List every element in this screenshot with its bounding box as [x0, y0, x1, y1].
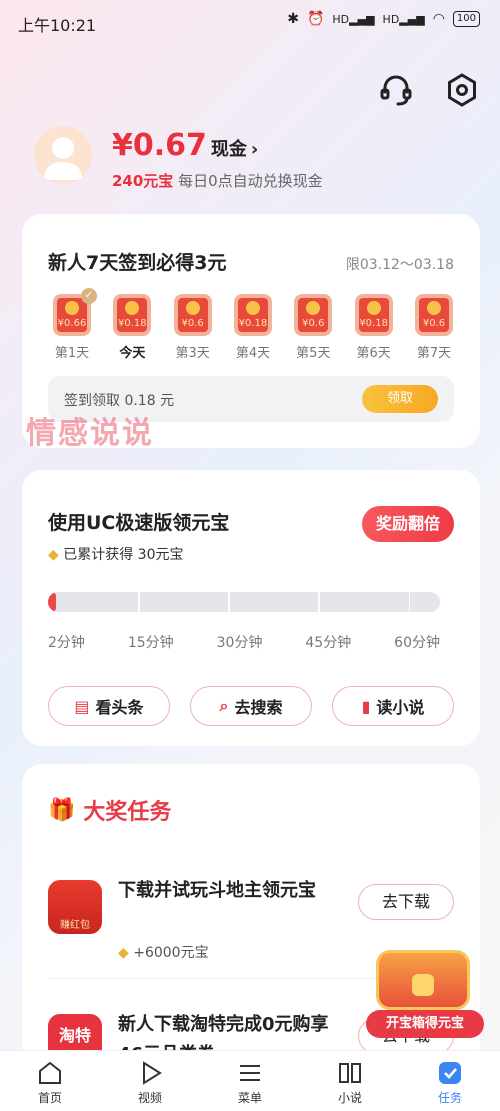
progress-separator — [228, 592, 230, 612]
chest-label: 开宝箱得元宝 — [366, 1010, 484, 1038]
checkin-day[interactable]: ¥0.6 第7天 — [410, 294, 458, 361]
read-news-button[interactable]: ▤ 看头条 — [48, 686, 170, 726]
uc-actions: ▤ 看头条 ⌕ 去搜索 ▮ 读小说 — [48, 686, 454, 726]
uc-title: 使用UC极速版领元宝 — [48, 512, 230, 534]
checkin-range: 限03.12～03.18 — [345, 257, 454, 273]
checkin-day-label: 第5天 — [296, 346, 331, 361]
settings-icon[interactable] — [444, 72, 480, 112]
task-reward: ◆ +6000元宝 — [118, 945, 209, 961]
watermark: 情感说说 — [26, 416, 154, 451]
checkin-day[interactable]: ¥0.18 第4天 — [229, 294, 277, 361]
doudizhu-app-logo: 赚红包 — [48, 880, 102, 934]
tab-video[interactable]: 视频 — [100, 1051, 200, 1111]
coins-info: 240元宝 每日0点自动兑换现金 — [112, 170, 323, 191]
tasks-header: 🎁 大奖任务 — [48, 794, 171, 826]
usage-progress-bar — [48, 592, 440, 612]
cash-balance[interactable]: ¥0.67 现金 › — [112, 128, 258, 163]
play-icon — [143, 1061, 162, 1085]
earned-info: ◆ 已累计获得 30元宝 — [48, 547, 184, 563]
tab-tasks[interactable]: 任务 — [400, 1051, 500, 1111]
tick-label: 45分钟 — [305, 635, 352, 651]
checkin-day[interactable]: ¥0.66 ✓ 第1天 — [48, 288, 97, 361]
checkin-day-label: 第7天 — [416, 346, 452, 361]
coins-desc: 每日0点自动兑换现金 — [178, 172, 323, 190]
home-icon — [39, 1061, 61, 1084]
tick-label: 2分钟 — [48, 635, 85, 651]
battery-icon: 100 — [452, 11, 480, 27]
tab-menu[interactable]: 菜单 — [200, 1051, 300, 1111]
wifi-icon: ◠ — [432, 11, 445, 27]
alarm-icon: ⏰ — [306, 11, 325, 27]
checkin-day-label: 第3天 — [175, 346, 210, 361]
double-reward-badge[interactable]: 奖励翻倍 — [361, 506, 454, 542]
chest-lock-icon — [412, 974, 434, 996]
checkin-day[interactable]: ¥0.18 今天 — [108, 294, 156, 361]
menu-icon — [240, 1065, 260, 1081]
download-button[interactable]: 去下载 — [358, 884, 454, 920]
checkin-day-label: 第1天 — [54, 346, 90, 361]
read-novel-button[interactable]: ▮ 读小说 — [332, 686, 454, 726]
cash-unit: 现金 — [210, 139, 247, 160]
uc-reward-card: 使用UC极速版领元宝 奖励翻倍 ◆ 已累计获得 30元宝 2分钟 15分钟 30… — [22, 470, 480, 746]
checkin-day[interactable]: ¥0.18 第6天 — [350, 294, 398, 361]
news-icon: ▤ — [74, 696, 90, 716]
progress-separator — [318, 592, 320, 612]
checkin-day-label: 第6天 — [356, 346, 391, 361]
coin-icon: ◆ — [48, 547, 59, 563]
red-envelope-icon: ¥0.18 — [233, 294, 272, 336]
red-envelope-icon: ¥0.66 ✓ — [53, 288, 97, 336]
red-envelope-icon: ¥0.6 — [173, 294, 212, 336]
status-icons: ✱ ⏰ HD▂▄▆ HD▂▄▆ ◠ 100 — [287, 11, 480, 27]
tab-novel[interactable]: 小说 — [300, 1051, 400, 1111]
coins-amount: 240元宝 — [112, 172, 174, 190]
search-icon: ⌕ — [219, 696, 229, 715]
signal-icon: HD▂▄▆ — [382, 12, 425, 26]
progress-fill — [48, 592, 56, 612]
gift-icon: 🎁 — [48, 797, 76, 823]
checkin-day[interactable]: ¥0.6 第5天 — [289, 294, 337, 361]
claim-button[interactable]: 领取 — [362, 385, 438, 413]
task-check-icon — [439, 1062, 461, 1084]
tick-label: 30分钟 — [216, 635, 263, 651]
progress-ticks: 2分钟 15分钟 30分钟 45分钟 60分钟 — [48, 632, 440, 652]
customer-service-icon[interactable] — [378, 72, 414, 112]
red-envelope-icon: ¥0.18 — [113, 294, 152, 336]
bluetooth-icon: ✱ — [287, 11, 299, 27]
tick-label: 60分钟 — [394, 635, 440, 651]
coin-icon: ◆ — [118, 945, 129, 961]
book-icon: ▮ — [361, 696, 371, 716]
tasks-title: 大奖任务 — [83, 800, 172, 825]
status-bar: 上午10:21 ✱ ⏰ HD▂▄▆ HD▂▄▆ ◠ 100 — [0, 0, 500, 44]
checkin-title: 新人7天签到必得3元 — [48, 252, 227, 274]
checkin-days: ¥0.66 ✓ 第1天 ¥0.18 今天 ¥0.6 第3天 ¥0.18 第4天 ¥… — [48, 288, 458, 361]
red-envelope-icon: ¥0.6 — [294, 294, 333, 336]
progress-separator — [138, 592, 140, 612]
bottom-tab-bar: 首页 视频 菜单 小说 任务 — [0, 1050, 500, 1111]
header-actions — [378, 72, 480, 112]
task-title: 下载并试玩斗地主领元宝 — [118, 880, 316, 901]
red-envelope-icon: ¥0.18 — [354, 294, 393, 336]
cash-amount: ¥0.67 — [112, 128, 207, 163]
status-time: 上午10:21 — [18, 16, 97, 35]
progress-separator — [408, 592, 411, 612]
red-envelope-icon: ¥0.6 — [414, 294, 453, 336]
checkin-day-label: 今天 — [119, 346, 146, 361]
treasure-chest[interactable]: 开宝箱得元宝 — [366, 940, 484, 1040]
claim-text: 签到领取 0.18 元 — [64, 393, 175, 409]
tab-home[interactable]: 首页 — [0, 1051, 100, 1111]
checkin-day-label: 第4天 — [235, 346, 271, 361]
checkin-day[interactable]: ¥0.6 第3天 — [169, 294, 217, 361]
signal-icon: HD▂▄▆ — [332, 12, 375, 26]
search-button[interactable]: ⌕ 去搜索 — [190, 686, 312, 726]
tick-label: 15分钟 — [127, 635, 174, 651]
book-icon — [339, 1063, 361, 1083]
checkmark-icon: ✓ — [81, 288, 97, 304]
chevron-right-icon: › — [250, 139, 259, 160]
avatar[interactable] — [34, 126, 92, 184]
